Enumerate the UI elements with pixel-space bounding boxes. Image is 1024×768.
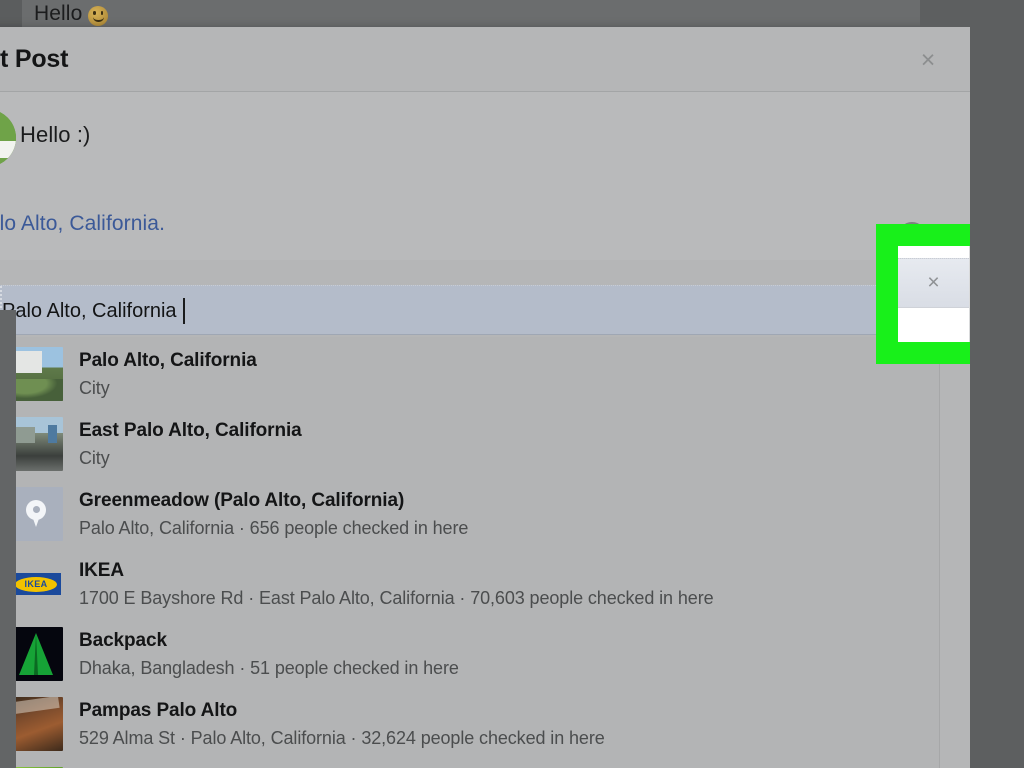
clear-location-button[interactable]: ×: [898, 258, 969, 308]
list-item[interactable]: IKEA IKEA 1700 E Bayshore Rd · East Palo…: [0, 547, 939, 617]
dialog-header: t Post ×: [0, 27, 970, 92]
backpack-triangle-shade: [34, 633, 38, 675]
background-post-label: Hello: [34, 2, 83, 25]
result-title: IKEA: [79, 560, 124, 581]
list-item[interactable]: Palo Alto, California City: [0, 337, 939, 407]
location-search-field[interactable]: [0, 285, 940, 336]
result-title: East Palo Alto, California: [79, 420, 302, 441]
result-title: Palo Alto, California: [79, 350, 257, 371]
result-subtitle: City: [79, 447, 110, 468]
result-title: Backpack: [79, 630, 167, 651]
clear-location-button-area: ×: [898, 236, 970, 364]
result-subtitle: Dhaka, Bangladesh · 51 people checked in…: [79, 657, 459, 678]
smiling-face-emoji: [88, 6, 109, 26]
result-subtitle: 1700 E Bayshore Rd · East Palo Alto, Cal…: [79, 587, 714, 608]
list-item[interactable]: Palo Alto Networks: [0, 757, 939, 768]
result-subtitle: City: [79, 377, 110, 398]
avatar-background: [0, 109, 16, 167]
result-subtitle: Palo Alto, California · 656 people check…: [79, 517, 469, 538]
text-caret: [183, 298, 185, 324]
composer-message[interactable]: Hello :): [20, 122, 91, 148]
result-title: Greenmeadow (Palo Alto, California): [79, 490, 405, 511]
close-icon[interactable]: ×: [908, 43, 948, 77]
list-item[interactable]: East Palo Alto, California City: [0, 407, 939, 477]
location-search-input[interactable]: [2, 297, 702, 325]
result-title: Pampas Palo Alto: [79, 700, 238, 721]
list-item[interactable]: Backpack Dhaka, Bangladesh · 51 people c…: [0, 617, 939, 687]
avatar: ki ow: [0, 109, 16, 167]
map-pin-icon: [9, 487, 63, 541]
edit-post-dialog: t Post × ki ow Hello :) n Palo Alto, Cal…: [0, 27, 970, 768]
avatar-band: [0, 141, 16, 158]
city-photo-thumbnail: [9, 347, 63, 401]
emoji-mouth: [92, 17, 104, 22]
list-item[interactable]: Greenmeadow (Palo Alto, California) Palo…: [0, 477, 939, 547]
ikea-logo-text: IKEA: [15, 576, 57, 592]
background-post-text: Hello: [34, 2, 109, 26]
screen: Hello t Post × ki ow Hello :): [0, 0, 1024, 768]
result-subtitle: 529 Alma St · Palo Alto, California · 32…: [79, 727, 605, 748]
ikea-logo-box: IKEA: [11, 573, 61, 595]
overlay-left-gutter: [0, 310, 16, 768]
pin-dot: [32, 506, 40, 513]
location-tag-line[interactable]: n Palo Alto, California.: [0, 212, 165, 236]
city-photo-thumbnail: [9, 417, 63, 471]
dialog-title: t Post: [0, 45, 69, 73]
overlay-top-right-band: [920, 0, 1024, 27]
list-item[interactable]: Pampas Palo Alto 529 Alma St · Palo Alto…: [0, 687, 939, 757]
post-composer: ki ow Hello :) n Palo Alto, California.: [0, 92, 970, 260]
location-results-dropdown[interactable]: Palo Alto, California City East Palo Alt…: [0, 337, 940, 768]
restaurant-photo-thumbnail: [9, 697, 63, 751]
backpack-logo-icon: [9, 627, 63, 681]
ikea-logo-icon: IKEA: [9, 557, 63, 611]
pin-shape: [26, 500, 46, 528]
overlay-right-band: [970, 0, 1024, 768]
